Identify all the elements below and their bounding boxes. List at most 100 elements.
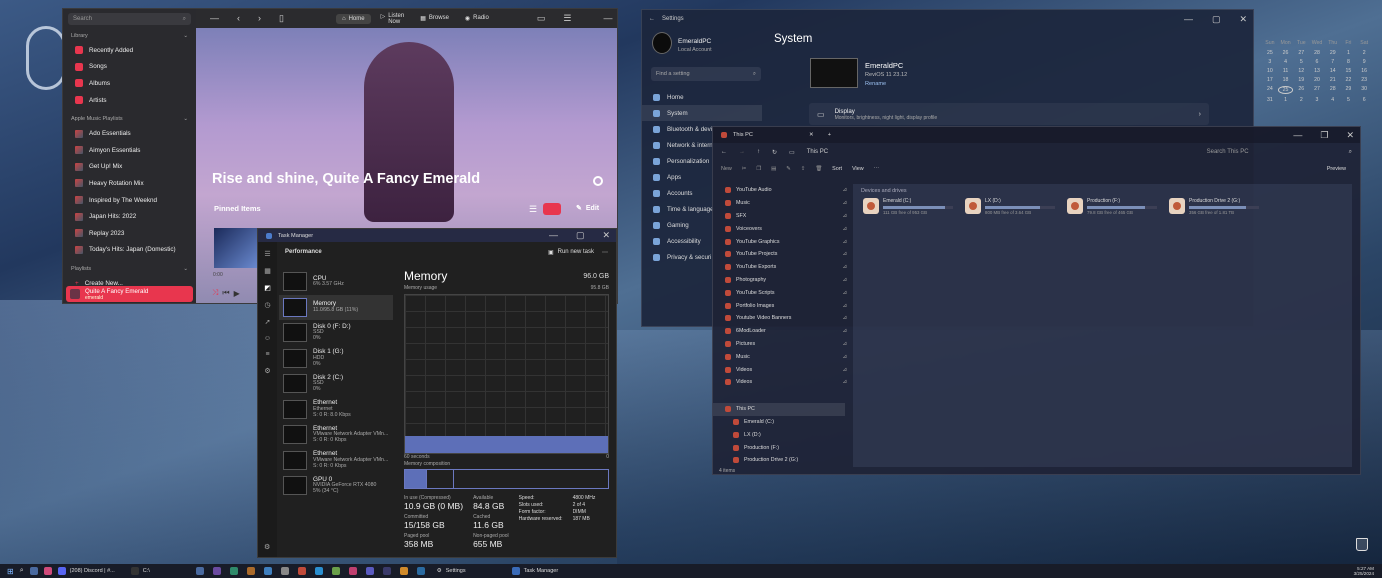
quick-access-item[interactable]: Voiceovers ⊿	[713, 222, 851, 235]
library-heading[interactable]: Library ⌄	[71, 33, 188, 39]
calendar-date[interactable]: 25	[1277, 86, 1294, 95]
window-minimize-icon[interactable]: —	[543, 231, 564, 240]
copy-icon[interactable]: ❐	[756, 166, 761, 172]
more-icon[interactable]: ⋯	[602, 249, 608, 256]
perf-item-disk-2-c-[interactable]: Disk 2 (C:) SSD 0%	[279, 371, 393, 397]
quick-access-item[interactable]: Pictures ⊿	[713, 338, 851, 351]
playlist-item[interactable]: Japan Hits: 2022	[68, 208, 191, 225]
cut-icon[interactable]: ✂	[742, 166, 747, 172]
quick-access-item[interactable]: Videos ⊿	[713, 363, 851, 376]
calendar-date[interactable]: 17	[1262, 77, 1278, 83]
window-close-icon[interactable]: ✕	[596, 231, 616, 240]
users-icon[interactable]: ☺	[264, 335, 271, 342]
startup-icon[interactable]: ➚	[265, 318, 271, 326]
rename-icon[interactable]: ✎	[786, 166, 791, 172]
calendar-date[interactable]: 29	[1341, 86, 1357, 94]
app-icon[interactable]	[29, 567, 38, 575]
sidebar-item-songs[interactable]: Songs	[68, 59, 191, 76]
quick-access-item[interactable]: Portfolio Images ⊿	[713, 299, 851, 312]
drive-tile[interactable]: LX (D:) 800 MB free of 3.64 GB	[965, 198, 1061, 216]
breadcrumb[interactable]: This PC	[807, 149, 828, 155]
new-tab-icon[interactable]: +	[828, 132, 831, 138]
perf-item-memory[interactable]: Memory 11.0/95.8 GB (11%)	[279, 294, 393, 320]
sidebar-item-albums[interactable]: Albums	[68, 75, 191, 92]
paste-icon[interactable]: ▤	[771, 166, 776, 172]
calendar-date[interactable]: 31	[1262, 97, 1278, 103]
drive-tile[interactable]: Production Drive 2 (G:) 356 GB free of 1.…	[1169, 198, 1265, 216]
settings-icon[interactable]: ⚙	[264, 543, 270, 551]
calendar-date[interactable]: 4	[1278, 59, 1294, 65]
quick-access-item[interactable]: Youtube Video Banners ⊿	[713, 312, 851, 325]
more-icon[interactable]: ⋯	[874, 166, 879, 172]
up-icon[interactable]: ↑	[757, 149, 760, 155]
processes-icon[interactable]: ▦	[264, 267, 271, 275]
playlists-heading[interactable]: Apple Music Playlists ⌄	[71, 116, 188, 122]
sidebar-item-artists[interactable]: Artists	[68, 92, 191, 109]
start-icon[interactable]: ⊞	[7, 567, 14, 576]
calendar-date[interactable]: 26	[1278, 50, 1294, 56]
lyrics-icon[interactable]: ▭	[531, 14, 552, 23]
playlist-item[interactable]: Replay 2023	[68, 225, 191, 242]
grid-view-button[interactable]	[543, 203, 561, 215]
playlist-item[interactable]: Get Up! Mix	[68, 159, 191, 176]
user-avatar[interactable]	[652, 32, 672, 54]
taskbar-discord[interactable]: (208) Discord | #...	[57, 567, 115, 575]
tab-radio[interactable]: ◉ Radio	[459, 13, 495, 24]
app-icon[interactable]	[280, 567, 289, 575]
tab-listen-now[interactable]: ▷ Listen Now	[375, 11, 411, 27]
quick-access-item[interactable]: YouTube Audio ⊿	[713, 184, 851, 197]
settings-nav-home[interactable]: Home	[642, 89, 762, 105]
perf-item-ethernet[interactable]: Ethernet VMware Network Adapter VMn... S: …	[279, 448, 393, 474]
playlist-item[interactable]: Aimyon Essentials	[68, 142, 191, 159]
quick-access-item[interactable]: Videos ⊿	[713, 376, 851, 389]
performance-icon[interactable]: ◩	[264, 284, 271, 292]
playlist-item[interactable]: Today's Hits: Japan (Domestic)	[68, 242, 191, 259]
calendar-date[interactable]: 13	[1309, 68, 1325, 74]
queue-icon[interactable]: ☰	[557, 14, 577, 23]
calendar-date[interactable]: 28	[1309, 50, 1325, 56]
settings-gear-icon[interactable]	[593, 176, 603, 186]
quick-access-item[interactable]: YouTube Projects ⊿	[713, 248, 851, 261]
app-icon[interactable]	[246, 567, 255, 575]
calendar-date[interactable]: 7	[1325, 59, 1341, 65]
tree-drive-item[interactable]: Production (F:)	[713, 441, 851, 454]
view-button[interactable]: View	[852, 166, 864, 172]
quick-access-item[interactable]: YouTube Scripts ⊿	[713, 286, 851, 299]
app-icon[interactable]	[348, 567, 357, 575]
previous-icon[interactable]: ⏮	[222, 288, 229, 298]
sort-button[interactable]: Sort	[832, 166, 842, 172]
back-icon[interactable]: ←	[721, 149, 727, 155]
calendar-date[interactable]: 21	[1325, 77, 1341, 83]
playlist-item[interactable]: Inspired by The Weeknd	[68, 192, 191, 209]
calendar-date[interactable]: 28	[1325, 86, 1341, 94]
sidebar-item-recently-added[interactable]: Recently Added	[68, 42, 191, 59]
window-maximize-icon[interactable]: ▢	[570, 231, 591, 240]
hamburger-icon[interactable]: ☰	[264, 250, 270, 258]
calendar-date[interactable]: 16	[1356, 68, 1372, 74]
tab-close-icon[interactable]: ✕	[809, 132, 814, 138]
app-icon[interactable]	[43, 567, 52, 575]
tab-home[interactable]: ⌂ Home	[335, 13, 371, 24]
calendar-date[interactable]: 19	[1293, 77, 1309, 83]
display-setting-card[interactable]: ▭ Display Monitors, brightness, night lig…	[809, 103, 1209, 125]
calendar-date[interactable]: 23	[1356, 77, 1372, 83]
app-history-icon[interactable]: ◷	[264, 301, 270, 309]
shuffle-icon[interactable]: ⤨	[212, 288, 218, 298]
calendar-date[interactable]: 2	[1356, 50, 1372, 56]
refresh-icon[interactable]: ↻	[772, 149, 777, 156]
window-maximize-icon[interactable]: ▢	[1206, 14, 1227, 24]
forward-icon[interactable]: →	[739, 149, 745, 155]
calendar-date[interactable]: 3	[1309, 97, 1325, 103]
calendar-date[interactable]: 22	[1341, 77, 1357, 83]
calendar-date[interactable]: 6	[1356, 97, 1372, 103]
window-minimize-icon[interactable]: —	[1178, 14, 1199, 24]
calendar-date[interactable]: 6	[1309, 59, 1325, 65]
play-icon[interactable]: ▶	[234, 289, 240, 298]
calendar-date[interactable]: 9	[1356, 59, 1372, 65]
taskbar-terminal[interactable]: C:\	[130, 567, 150, 575]
perf-item-cpu[interactable]: CPU 6% 3.57 GHz	[279, 269, 393, 295]
clock[interactable]: 5:27 AM 3/25/2024	[1354, 566, 1374, 577]
tree-drive-item[interactable]: Emerald (C:)	[713, 416, 851, 429]
app-icon[interactable]	[297, 567, 306, 575]
quick-access-item[interactable]: YouTube Graphics ⊿	[713, 235, 851, 248]
